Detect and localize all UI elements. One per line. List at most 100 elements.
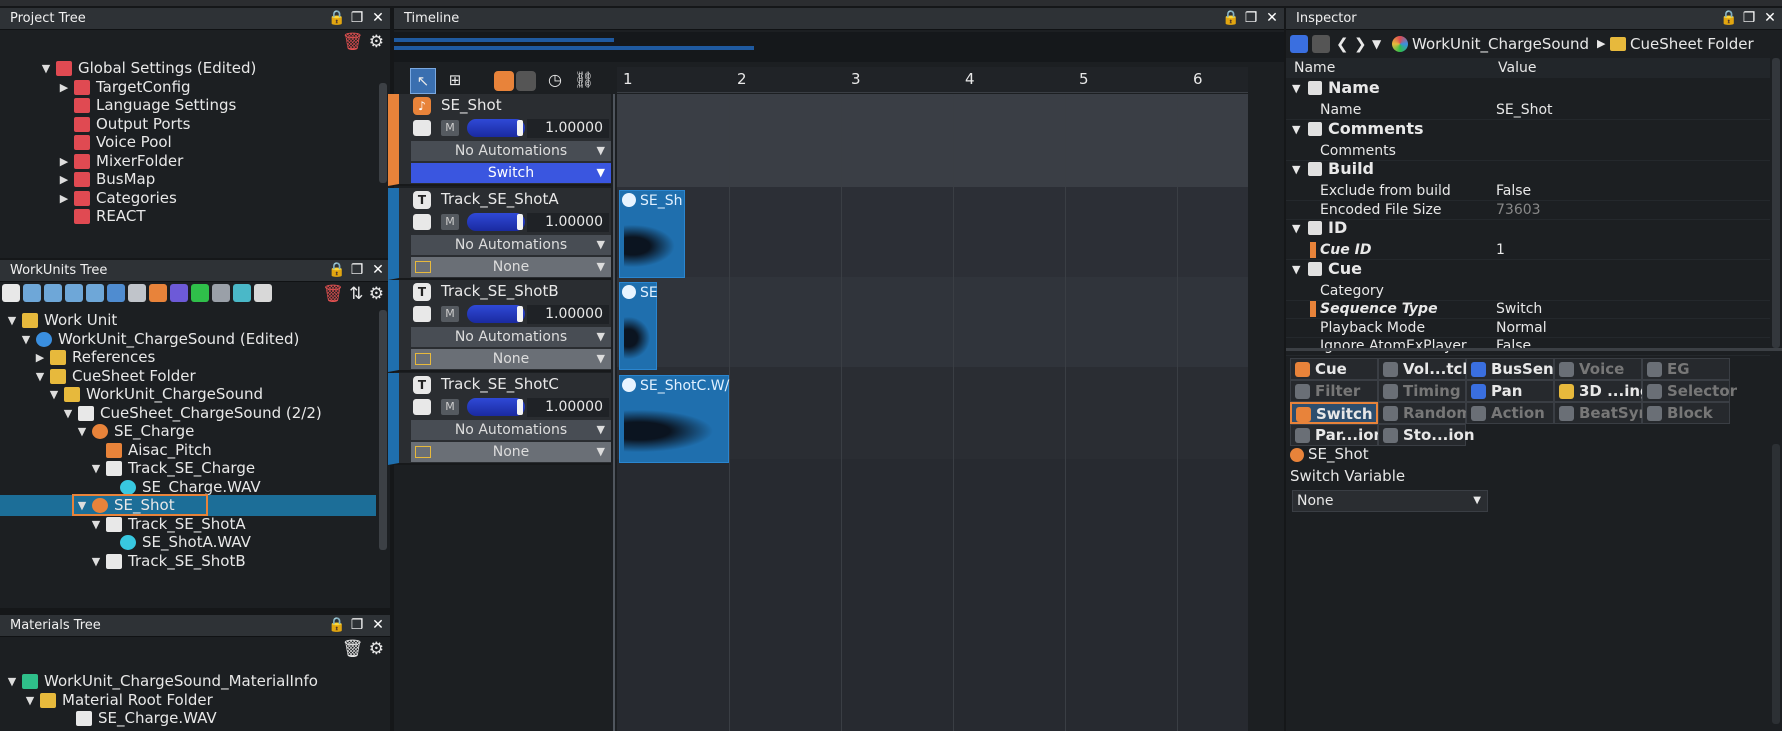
tool-icon[interactable] xyxy=(170,284,188,302)
inspector-scrollbar[interactable] xyxy=(1772,58,1780,348)
volume-value[interactable]: 1.00000 xyxy=(527,305,609,324)
selector-dropdown[interactable]: None ▼ xyxy=(411,257,611,277)
tab-switch[interactable]: Switch xyxy=(1290,402,1378,424)
flag-icon[interactable] xyxy=(191,284,209,302)
inspector-property-row[interactable]: Category xyxy=(1286,281,1770,301)
tool-icon[interactable] xyxy=(128,284,146,302)
close-icon[interactable]: ✕ xyxy=(370,262,386,278)
volume-slider[interactable] xyxy=(467,213,525,231)
project-tree-scrollbar[interactable] xyxy=(379,83,387,183)
collapse-icon[interactable]: ▼ xyxy=(1292,79,1300,99)
trash-icon[interactable]: 🗑 xyxy=(342,32,364,52)
gear-icon[interactable]: ⚙ xyxy=(369,639,384,659)
tab-bussend[interactable]: BusSend xyxy=(1466,358,1564,380)
automation-dropdown[interactable]: No Automations ▼ xyxy=(411,235,611,255)
tab-sto-ion[interactable]: Sto...ion xyxy=(1378,424,1475,446)
volume-slider[interactable] xyxy=(467,119,525,137)
inspector-property-row[interactable]: Sequence Type Switch xyxy=(1286,299,1770,319)
volume-slider[interactable] xyxy=(467,398,525,416)
volume-value[interactable]: 1.00000 xyxy=(527,213,609,232)
waveform-tool-icon[interactable] xyxy=(23,284,41,302)
tab-voice[interactable]: Voice xyxy=(1554,358,1642,380)
tab-cue[interactable]: Cue xyxy=(1290,358,1378,380)
restore-icon[interactable]: ❐ xyxy=(1243,10,1259,26)
tree-item[interactable]: SE_Charge.WAV xyxy=(0,708,376,729)
pin-icon[interactable]: 🔒 xyxy=(1222,10,1239,26)
inspector-splitter[interactable] xyxy=(1286,348,1782,351)
restore-icon[interactable]: ❐ xyxy=(349,617,365,633)
mute-button[interactable]: M xyxy=(441,120,459,136)
collapse-icon[interactable]: ▼ xyxy=(1292,120,1300,140)
property-value[interactable]: Switch xyxy=(1496,299,1542,319)
close-icon[interactable]: ✕ xyxy=(370,10,386,26)
gear-icon[interactable]: ⚙ xyxy=(369,284,384,304)
switch-panel-scrollbar[interactable] xyxy=(1772,444,1780,724)
track-header[interactable]: T Track_SE_ShotB M 1.00000 No Automations ▼ No… xyxy=(388,280,611,372)
automation-dropdown[interactable]: No Automations ▼ xyxy=(411,420,611,440)
tab-par-ion[interactable]: Par...ion xyxy=(1290,424,1384,446)
forward-icon[interactable]: ❯ xyxy=(1354,31,1367,57)
waveform-toggle-icon[interactable] xyxy=(413,306,431,322)
track-header[interactable]: T Track_SE_ShotA M 1.00000 No Automations ▼ No… xyxy=(388,188,611,280)
trash-icon[interactable]: 🗑 xyxy=(322,284,344,304)
volume-value[interactable]: 1.00000 xyxy=(527,119,609,138)
pin-icon[interactable]: 🔒 xyxy=(328,10,345,26)
tab-eg[interactable]: EG xyxy=(1642,358,1730,380)
inspector-property-row[interactable]: Encoded File Size 73603 xyxy=(1286,200,1770,220)
mute-button[interactable]: M xyxy=(441,306,459,322)
back-icon[interactable]: ❮ xyxy=(1336,31,1349,57)
close-icon[interactable]: ✕ xyxy=(370,617,386,633)
cue-mode-dropdown[interactable]: Switch ▼ xyxy=(411,163,611,183)
waveform-clip[interactable]: SE_ShotC.W/ xyxy=(619,375,729,463)
switch-variable-dropdown[interactable]: None ▼ xyxy=(1292,490,1488,512)
tool-icon[interactable] xyxy=(107,284,125,302)
collapse-icon[interactable]: ▼ xyxy=(1292,160,1300,180)
workunits-tree-scrollbar[interactable] xyxy=(379,310,387,550)
tab-filter[interactable]: Filter xyxy=(1290,380,1378,402)
link-icon[interactable]: ⛓ xyxy=(574,70,594,89)
inspector-section-header[interactable]: ▼ ID xyxy=(1286,218,1770,240)
tab-action[interactable]: Action xyxy=(1466,402,1554,424)
grid-tool-icon[interactable]: ⊞ xyxy=(442,68,468,94)
inspector-section-header[interactable]: ▼ Build xyxy=(1286,159,1770,181)
inspector-section-header[interactable]: ▼ Cue xyxy=(1286,259,1770,281)
collapse-icon[interactable]: ▼ xyxy=(1292,219,1300,239)
sort-icon[interactable]: ⇅ xyxy=(349,284,363,304)
tab-selector[interactable]: Selector xyxy=(1642,380,1737,402)
mute-button[interactable]: M xyxy=(441,214,459,230)
selector-dropdown[interactable]: None ▼ xyxy=(411,442,611,462)
speaker-icon[interactable] xyxy=(516,71,536,91)
volume-slider[interactable] xyxy=(467,305,525,323)
gear-icon[interactable]: ⚙ xyxy=(369,32,384,52)
waveform-toggle-icon[interactable] xyxy=(413,120,431,136)
inspector-property-row[interactable]: Cue ID 1 xyxy=(1286,240,1770,260)
restore-icon[interactable]: ❐ xyxy=(349,10,365,26)
expand-icon[interactable]: ▼ xyxy=(90,551,102,572)
track-tool-icon[interactable] xyxy=(2,284,20,302)
tab-timing[interactable]: Timing xyxy=(1378,380,1466,402)
close-icon[interactable]: ✕ xyxy=(1264,10,1280,26)
restore-icon[interactable]: ❐ xyxy=(349,262,365,278)
selector-dropdown[interactable]: None ▼ xyxy=(411,349,611,369)
tree-item[interactable]: ▼ Track_SE_ShotB xyxy=(0,551,376,572)
tab-random[interactable]: Random xyxy=(1378,402,1472,424)
mute-button[interactable]: M xyxy=(441,399,459,415)
property-value[interactable]: Normal xyxy=(1496,318,1547,338)
breadcrumb-folder[interactable]: CueSheet Folder xyxy=(1630,31,1754,57)
property-value[interactable]: False xyxy=(1496,336,1531,356)
playhead-line[interactable] xyxy=(613,94,615,731)
pin-icon[interactable]: 🔒 xyxy=(1720,10,1737,26)
waveform-clip[interactable]: SE_Sh xyxy=(619,190,685,278)
waveform-toggle-icon[interactable] xyxy=(413,214,431,230)
list-view-icon[interactable] xyxy=(1290,35,1308,53)
restore-icon[interactable]: ❐ xyxy=(1741,10,1757,26)
record-icon[interactable] xyxy=(494,71,514,91)
tab-pan[interactable]: Pan xyxy=(1466,380,1554,402)
collapse-icon[interactable]: ▼ xyxy=(1292,260,1300,280)
waveform-tool-icon[interactable] xyxy=(65,284,83,302)
close-icon[interactable]: ✕ xyxy=(1762,10,1778,26)
inspector-section-header[interactable]: ▼ Comments xyxy=(1286,119,1770,141)
pin-icon[interactable]: 🔒 xyxy=(328,262,345,278)
inspector-property-row[interactable]: Ignore AtomExPlayer False xyxy=(1286,336,1770,356)
inspector-property-row[interactable]: Exclude from build False xyxy=(1286,181,1770,201)
